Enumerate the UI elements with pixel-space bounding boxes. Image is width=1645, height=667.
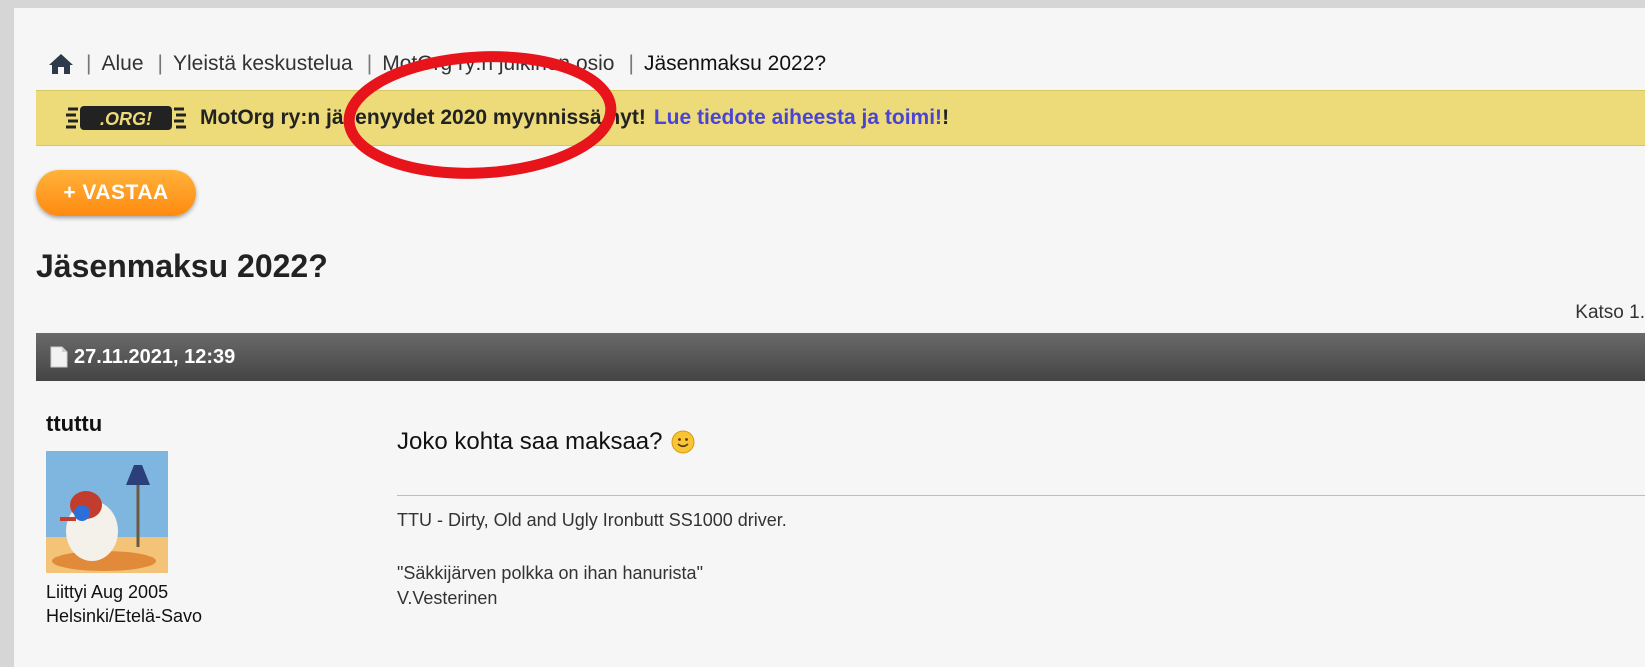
post-message-text: Joko kohta saa maksaa? — [397, 428, 663, 455]
breadcrumb: | Alue | Yleistä keskustelua | MotOrg ry… — [48, 52, 840, 76]
signature-line-1: TTU - Dirty, Old and Ugly Ironbutt SS100… — [397, 510, 787, 530]
breadcrumb-current: Jäsenmaksu 2022? — [643, 52, 827, 75]
announcement-suffix: ! — [942, 106, 950, 129]
signature-line-3: V.Vesterinen — [397, 588, 498, 608]
breadcrumb-separator: | — [157, 52, 163, 75]
announcement-text: MotOrg ry:n jäsenyydet 2020 myynnissä ny… — [200, 106, 646, 129]
avatar[interactable] — [46, 451, 168, 573]
user-joined-date: Liittyi Aug 2005 — [46, 582, 169, 602]
home-icon[interactable] — [48, 52, 74, 76]
breadcrumb-item-public[interactable]: MotOrg ry:n julkinen osio — [382, 52, 614, 76]
announcement-banner: .ORG! MotOrg ry:n jäsenyydet 2020 myynni… — [36, 90, 1645, 146]
forum-page: | Alue | Yleistä keskustelua | MotOrg ry… — [14, 8, 1645, 667]
breadcrumb-separator: | — [628, 52, 634, 75]
post-author-name[interactable]: ttuttu — [46, 411, 102, 437]
thread-title: Jäsenmaksu 2022? — [36, 248, 328, 284]
org-logo-text: .ORG! — [100, 109, 152, 129]
breadcrumb-separator: | — [366, 52, 373, 75]
signature-line-2: "Säkkijärven polkka on ihan hanurista" — [397, 563, 703, 583]
document-icon — [50, 346, 68, 368]
post-date: 27.11.2021, 12:39 — [74, 345, 236, 368]
breadcrumb-item-general[interactable]: Yleistä keskustelua — [173, 52, 353, 76]
reply-button[interactable]: + VASTAA — [36, 170, 196, 216]
signature-divider — [397, 495, 1645, 496]
post-header: 27.11.2021, 12:39 — [36, 333, 1645, 381]
breadcrumb-item-alue[interactable]: Alue — [101, 52, 143, 76]
breadcrumb-separator: | — [86, 52, 92, 75]
announcement-link[interactable]: Lue tiedote aiheesta ja toimi! — [654, 106, 942, 130]
smiley-icon — [671, 430, 695, 454]
post-message: Joko kohta saa maksaa? — [397, 428, 695, 456]
org-logo: .ORG! — [64, 103, 188, 133]
user-location: Helsinki/Etelä-Savo — [46, 606, 203, 626]
view-count: Katso 1. — [1575, 302, 1645, 323]
